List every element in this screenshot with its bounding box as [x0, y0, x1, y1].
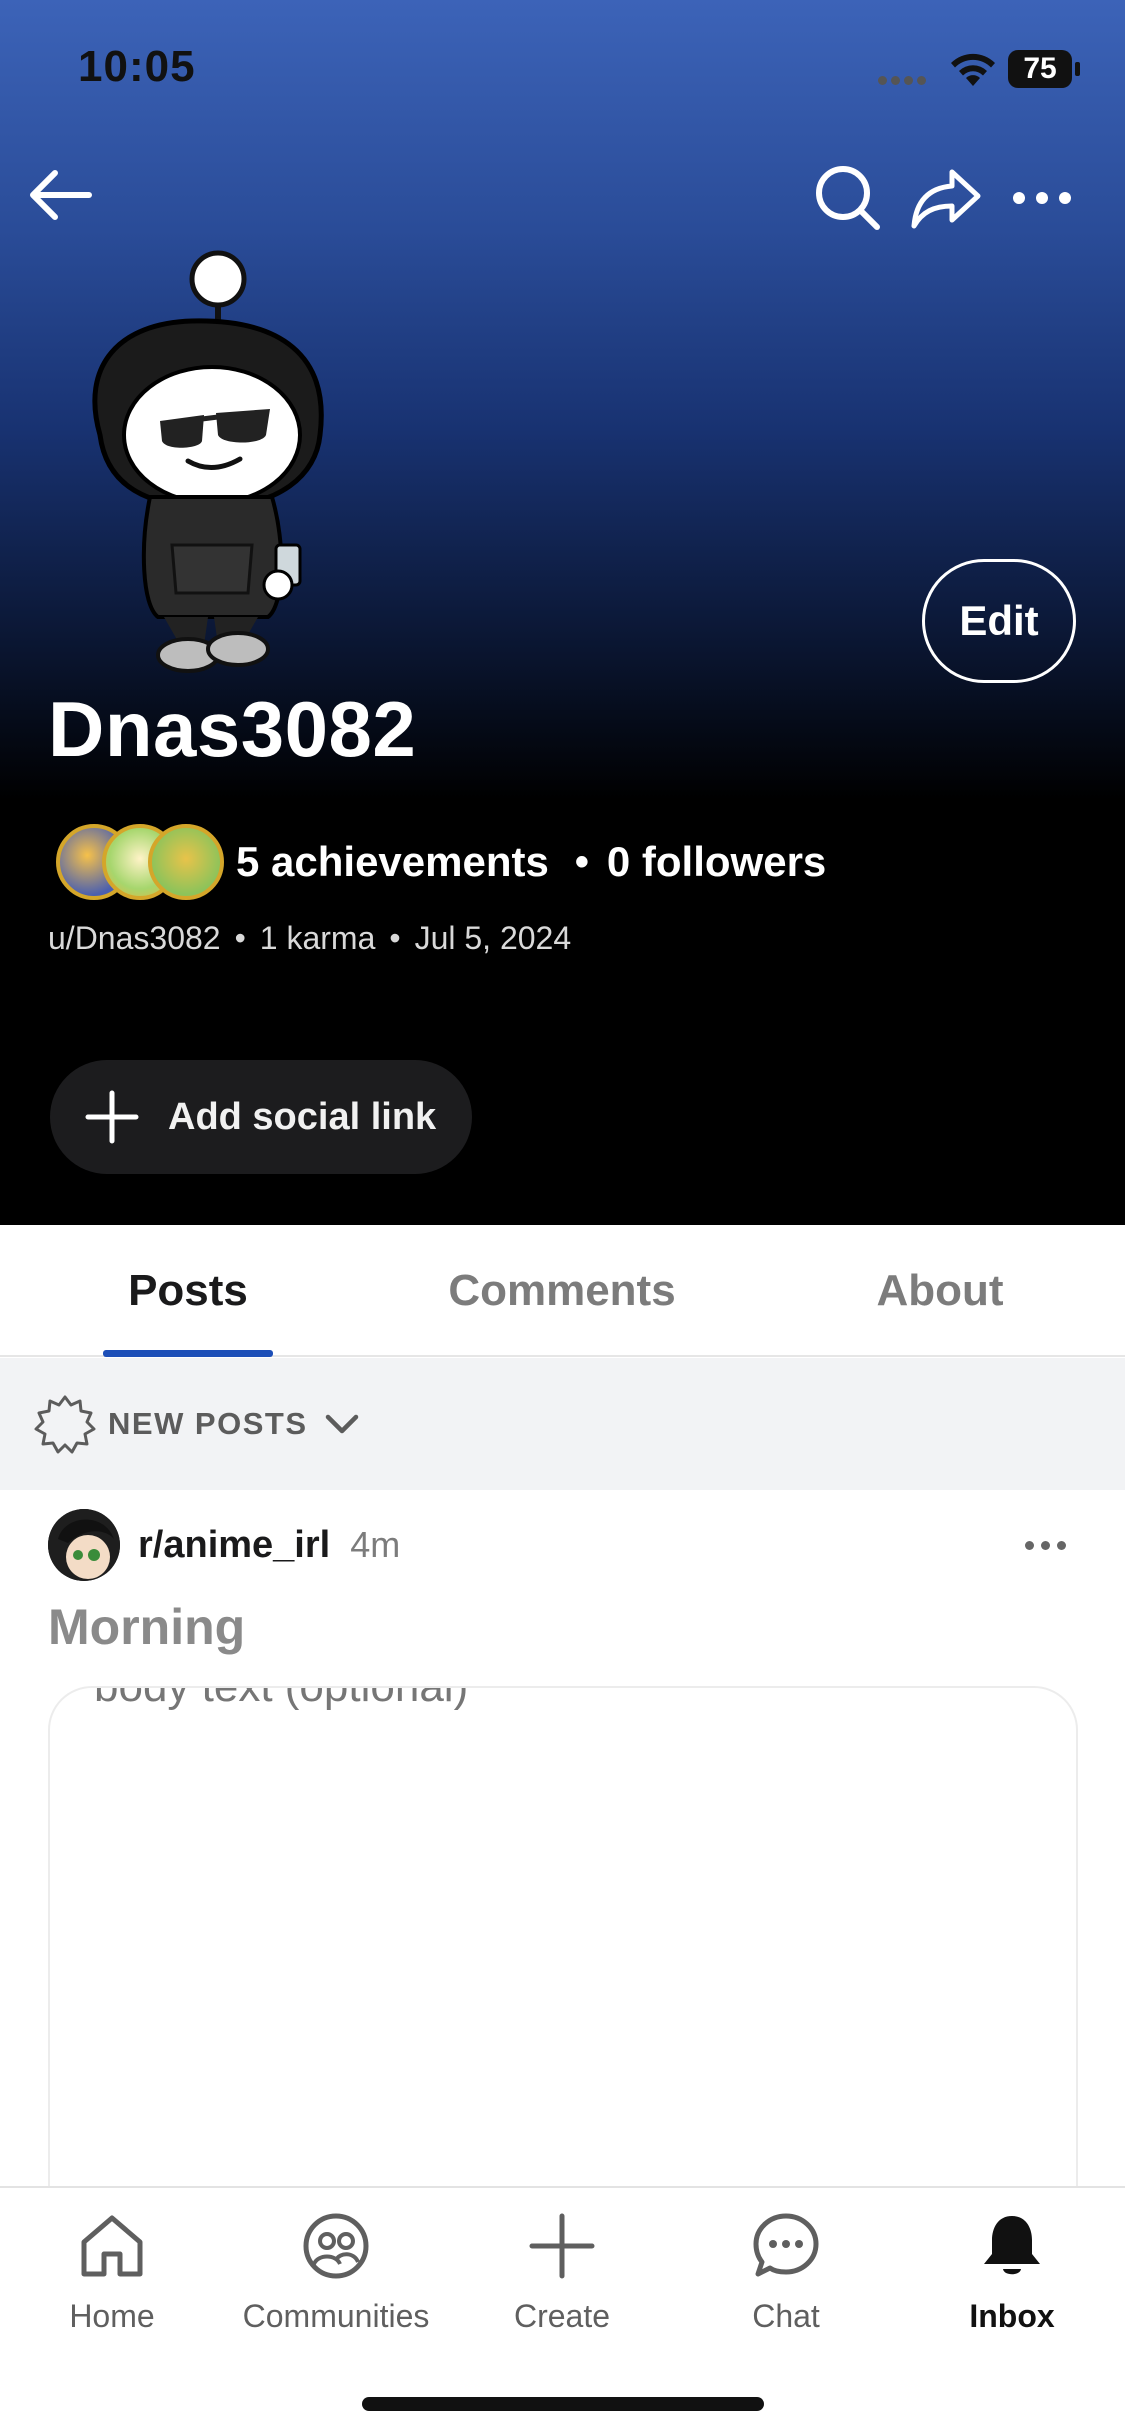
tab-comments[interactable]: Comments — [412, 1225, 712, 1357]
share-button[interactable] — [906, 158, 986, 238]
profile-username: Dnas3082 — [48, 685, 417, 773]
separator-dot: • — [574, 839, 589, 884]
achievement-badge-icon — [148, 824, 224, 900]
edit-profile-button[interactable]: Edit — [922, 559, 1076, 683]
new-sparkle-icon — [34, 1395, 96, 1454]
separator-dot: • — [389, 920, 401, 956]
status-time: 10:05 — [78, 42, 196, 91]
subreddit-avatar[interactable] — [48, 1509, 120, 1581]
post-subreddit[interactable]: r/anime_irl — [138, 1524, 330, 1567]
nav-communities-label: Communities — [242, 2298, 430, 2334]
profile-tabs: Posts Comments About — [0, 1225, 1125, 1357]
share-icon — [911, 169, 981, 229]
active-tab-indicator — [103, 1350, 273, 1357]
nav-inbox-label: Inbox — [969, 2298, 1055, 2334]
search-button[interactable] — [808, 158, 888, 238]
communities-icon — [296, 2206, 376, 2286]
nav-chat[interactable]: Chat — [686, 2206, 886, 2346]
tab-about[interactable]: About — [840, 1225, 1040, 1357]
nav-communities[interactable]: Communities — [236, 2206, 436, 2346]
more-horizontal-icon — [1024, 1540, 1034, 1550]
post-more-button[interactable] — [1010, 1520, 1080, 1570]
sort-selector[interactable]: NEW POSTS — [0, 1358, 1125, 1490]
profile-handle: u/Dnas3082 — [48, 920, 221, 956]
achievements-count[interactable]: 5 achievements — [236, 838, 549, 886]
home-indicator — [362, 2397, 764, 2411]
cellular-signal-icon — [878, 72, 934, 85]
plus-icon — [85, 1090, 139, 1144]
profile-karma: 1 karma — [259, 920, 376, 956]
nav-home-label: Home — [69, 2298, 155, 2334]
search-icon — [816, 166, 880, 230]
wifi-icon — [948, 50, 998, 88]
post-title[interactable]: Morning — [48, 1598, 245, 1656]
sort-label: NEW POSTS — [108, 1406, 308, 1441]
nav-create-label: Create — [513, 2298, 611, 2334]
home-icon — [72, 2206, 152, 2286]
more-horizontal-icon — [1013, 192, 1071, 204]
achievement-badges[interactable] — [56, 822, 226, 902]
bell-icon — [972, 2206, 1052, 2286]
followers-count[interactable]: 0 followers — [607, 838, 826, 886]
plus-icon — [522, 2206, 602, 2286]
user-avatar[interactable] — [80, 245, 340, 685]
tab-posts[interactable]: Posts — [40, 1225, 336, 1357]
chat-icon — [746, 2206, 826, 2286]
more-options-button[interactable] — [1002, 158, 1082, 238]
add-social-link-label: Add social link — [168, 1095, 437, 1138]
separator-dot: • — [234, 920, 246, 956]
profile-join-date: Jul 5, 2024 — [414, 920, 572, 956]
achievements-row[interactable]: 5 achievements • 0 followers — [56, 822, 826, 902]
nav-chat-label: Chat — [752, 2298, 820, 2334]
nav-inbox[interactable]: Inbox — [912, 2206, 1112, 2346]
back-button[interactable] — [20, 155, 100, 235]
status-bar: 10:05 75 — [0, 0, 1125, 140]
profile-meta: u/Dnas3082 • 1 karma • Jul 5, 2024 — [48, 920, 571, 957]
nav-home[interactable]: Home — [12, 2206, 212, 2346]
profile-header: 10:05 75 Edit Dnas3082 5 achievements • … — [0, 0, 1125, 1225]
post-card[interactable]: r/anime_irl 4m Morning body text (option… — [0, 1490, 1125, 2386]
nav-create[interactable]: Create — [462, 2206, 662, 2346]
post-time: 4m — [350, 1524, 401, 1565]
post-header: r/anime_irl 4m — [48, 1508, 400, 1582]
back-arrow-icon — [30, 170, 92, 220]
battery-icon: 75 — [1008, 50, 1080, 88]
add-social-link-button[interactable]: Add social link — [50, 1060, 472, 1174]
chevron-down-icon — [325, 1414, 358, 1434]
post-body-placeholder: body text (optional) — [94, 1686, 469, 1711]
battery-level: 75 — [1008, 50, 1072, 88]
